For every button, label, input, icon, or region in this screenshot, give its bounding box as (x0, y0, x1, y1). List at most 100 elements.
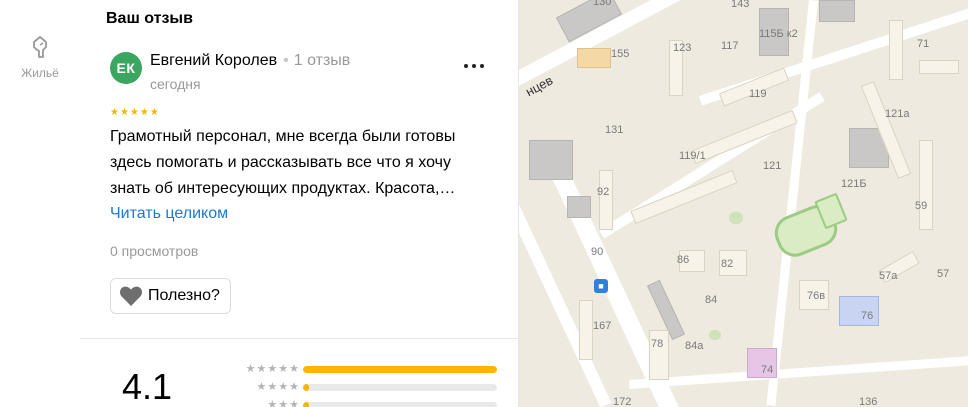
rating-row-stars: ★ ★ ★ ★ (217, 380, 301, 393)
house-number: 136 (859, 396, 878, 407)
house-number: 76в (807, 290, 826, 302)
rating-row: ★ ★ ★ ★ (217, 378, 497, 396)
review-text: Грамотный персонал, мне всегда были гото… (110, 128, 456, 197)
map-building (819, 0, 855, 22)
read-more-link[interactable]: Читать целиком (110, 205, 228, 223)
star-icon: ★ (245, 362, 256, 375)
star-icon: ★ (267, 380, 278, 393)
map-building (599, 170, 613, 230)
house-number: 76 (861, 310, 874, 322)
map-building (919, 140, 933, 230)
star-icon: ★ (110, 107, 119, 118)
house-number: 92 (597, 186, 610, 198)
avatar-initials: ЕК (116, 60, 136, 76)
map-park (729, 212, 743, 224)
rating-row: ★ ★ ★ ★ ★ (217, 360, 497, 378)
house-number: 121Б (841, 178, 867, 190)
map-building (690, 109, 798, 165)
map-building (579, 300, 593, 360)
house-number: 167 (593, 320, 612, 332)
house-number: 78 (651, 338, 664, 350)
house-number: 123 (673, 42, 692, 54)
views-count: 0 просмотров (110, 243, 199, 259)
review-date: сегодня (150, 76, 201, 92)
dot-icon (472, 64, 476, 68)
dot-icon (464, 64, 468, 68)
house-number: 131 (605, 124, 624, 136)
map-building (529, 140, 573, 180)
house-number: 74 (761, 364, 774, 376)
star-icon: ★ (256, 380, 267, 393)
star-icon: ★ (256, 362, 267, 375)
star-icon: ★ (278, 380, 289, 393)
road (629, 356, 968, 389)
helpful-label: Полезно? (148, 287, 220, 304)
dot-icon (480, 64, 484, 68)
star-icon: ★ (289, 398, 299, 407)
house-number: 155 (611, 48, 630, 60)
star-icon: ★ (267, 398, 278, 407)
house-number: 121а (885, 108, 910, 120)
map-building (577, 48, 611, 68)
house-number: 143 (731, 0, 750, 10)
rating-bar-track (303, 401, 497, 407)
road (766, 0, 818, 406)
star-icon: ★ (278, 362, 289, 375)
author-reviews-count: 1 отзыв (293, 52, 351, 69)
house-number: 71 (917, 38, 930, 50)
road (519, 184, 612, 407)
author-line: Евгений Королев • 1 отзыв (150, 52, 350, 70)
rating-row-stars: ★ ★ ★ (217, 398, 301, 407)
rating-bar-fill (303, 401, 309, 407)
bus-stop-icon[interactable]: ■ (594, 279, 608, 293)
divider (80, 338, 518, 339)
house-number: 130 (593, 0, 612, 8)
star-icon: ★ (278, 398, 289, 407)
house-number: 84 (705, 294, 718, 306)
rail-item-housing[interactable]: Жильё (0, 32, 80, 80)
house-number: 57а (879, 270, 898, 282)
star-icon: ★ (289, 362, 299, 375)
section-title: Ваш отзыв (106, 10, 193, 27)
map-building (919, 60, 959, 74)
rating-bar-fill (303, 365, 497, 373)
house-number: 57 (937, 268, 950, 280)
rating-bar-track (303, 383, 497, 391)
rating-bar-track (303, 365, 497, 373)
star-icon: ★ (139, 107, 149, 118)
rating-bar-fill (303, 383, 309, 391)
house-number: 115Б к2 (759, 28, 798, 40)
star-icon: ★ (129, 107, 139, 118)
rating-value: 4.1 (122, 366, 173, 407)
star-icon: ★ (119, 107, 129, 118)
left-rail: Жильё (0, 0, 81, 407)
house-number: 119/1 (679, 150, 706, 162)
author-name[interactable]: Евгений Королев (150, 52, 277, 69)
rating-row-stars: ★ ★ ★ ★ ★ (217, 362, 301, 375)
map-view[interactable]: нцев 130 143 115Б к2 155 123 117 71 119 … (519, 0, 968, 407)
rating-distribution: ★ ★ ★ ★ ★ ★ ★ ★ ★ ★ ★ ★ (217, 360, 497, 407)
house-number: 119 (749, 88, 767, 100)
star-icon: ★ (267, 362, 278, 375)
building-icon (33, 36, 47, 58)
rail-item-label: Жильё (21, 66, 59, 80)
star-icon: ★ (289, 380, 299, 393)
house-number: 84а (685, 340, 704, 352)
heart-icon (119, 286, 143, 306)
rating-row: ★ ★ ★ (217, 396, 497, 407)
review-stars: ★ ★ ★ ★ ★ (110, 108, 159, 118)
author-avatar[interactable]: ЕК (110, 52, 142, 84)
house-number: 59 (915, 200, 928, 212)
house-number: 121 (763, 160, 782, 172)
separator-dot: • (283, 52, 289, 69)
helpful-button[interactable]: Полезно? (110, 278, 231, 314)
house-number: 86 (677, 254, 690, 266)
map-building (889, 20, 903, 80)
more-options-button[interactable] (460, 58, 488, 74)
review-panel: Ваш отзыв ЕК Евгений Королев • 1 отзыв сег… (80, 0, 519, 407)
house-number: 90 (591, 246, 604, 258)
house-number: 172 (613, 396, 632, 407)
star-icon: ★ (149, 107, 159, 118)
map-building (567, 196, 591, 218)
map-park (709, 330, 721, 340)
